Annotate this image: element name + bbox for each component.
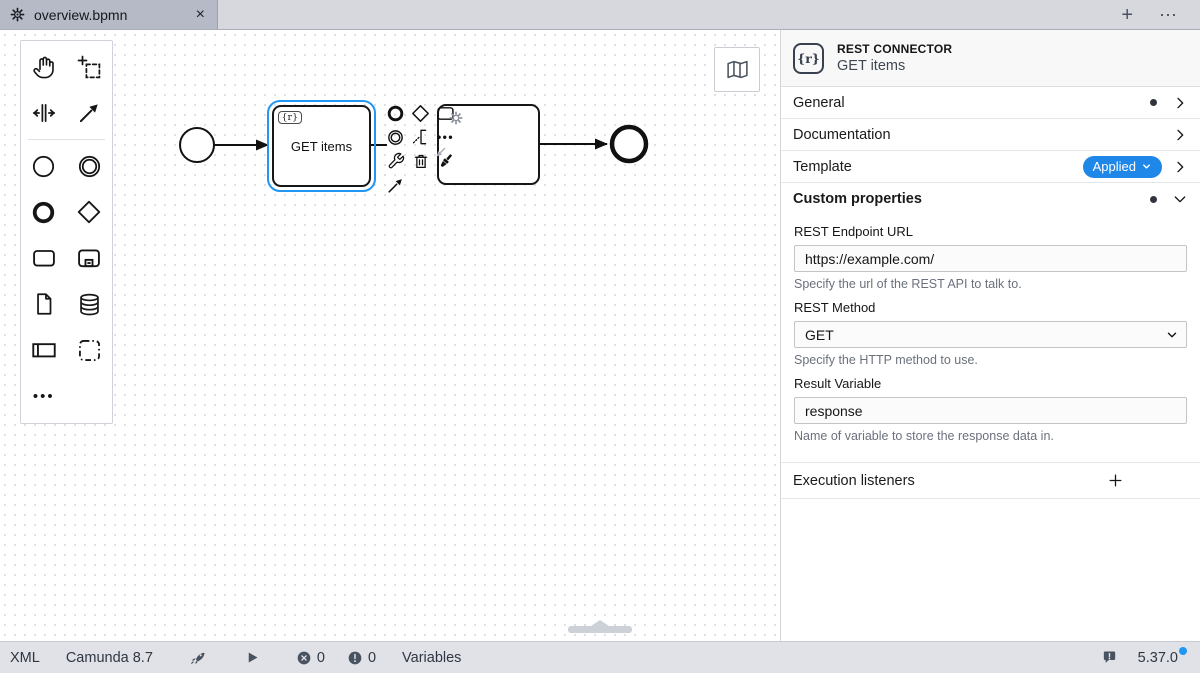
color-brush-icon[interactable]	[433, 149, 458, 173]
end-event-shape[interactable]	[612, 127, 646, 161]
element-name: GET items	[837, 58, 952, 74]
connect-icon[interactable]	[383, 173, 408, 197]
lasso-tool-icon[interactable]	[67, 44, 113, 90]
variables-toggle[interactable]: Variables	[388, 642, 475, 673]
chevron-down-icon	[1141, 161, 1152, 172]
warning-count[interactable]: 0	[335, 642, 388, 673]
tab-bar: overview.bpmn × + ⋯	[0, 0, 1200, 30]
deploy-rocket-icon[interactable]	[167, 642, 229, 673]
section-template[interactable]: Template Applied	[781, 151, 1200, 183]
section-general[interactable]: General	[781, 87, 1200, 119]
field-rest-method: REST Method GET Specify the HTTP method …	[794, 300, 1187, 367]
field-rest-endpoint-url: REST Endpoint URL Specify the url of the…	[794, 224, 1187, 291]
rest-method-select[interactable]: GET	[794, 321, 1187, 348]
space-tool-icon[interactable]	[21, 90, 67, 136]
append-task-icon[interactable]	[433, 101, 458, 125]
section-execution-listeners[interactable]: Execution listeners	[781, 462, 1200, 499]
group-icon[interactable]	[67, 327, 113, 373]
xml-toggle[interactable]: XML	[0, 642, 52, 673]
rest-endpoint-url-input[interactable]	[794, 245, 1187, 272]
data-store-icon[interactable]	[67, 281, 113, 327]
data-indicator-dot	[1150, 196, 1157, 203]
chevron-down-icon	[1165, 328, 1179, 345]
data-indicator-dot	[1150, 99, 1157, 106]
bpmn-canvas[interactable]: ••• {r} GET items	[0, 30, 780, 641]
chevron-down-icon	[1172, 191, 1188, 207]
chevron-right-icon	[1172, 127, 1188, 143]
data-object-icon[interactable]	[21, 281, 67, 327]
participant-icon[interactable]	[21, 327, 67, 373]
delete-icon[interactable]	[408, 149, 433, 173]
context-pad: •••	[383, 101, 461, 197]
global-connect-icon[interactable]	[67, 90, 113, 136]
palette-divider	[28, 139, 105, 140]
camunda-modeler-window: overview.bpmn × + ⋯	[0, 0, 1200, 673]
append-end-event-icon[interactable]	[383, 101, 408, 125]
chevron-right-icon	[1172, 159, 1188, 175]
rest-connector-icon: {r}	[793, 43, 824, 74]
plus-icon	[1107, 472, 1124, 489]
task-get-items[interactable]: {r} GET items	[272, 105, 371, 187]
start-event-shape[interactable]	[180, 128, 214, 162]
result-variable-input[interactable]	[794, 397, 1187, 424]
end-event-icon[interactable]	[21, 189, 67, 235]
status-bar: XML Camunda 8.7 0 0	[0, 641, 1200, 673]
palette: •••	[20, 40, 113, 424]
properties-header: {r} REST CONNECTOR GET items	[781, 30, 1200, 87]
section-documentation[interactable]: Documentation	[781, 119, 1200, 151]
warning-icon	[347, 650, 363, 666]
add-listener-button[interactable]	[1107, 472, 1124, 489]
engine-selector[interactable]: Camunda 8.7	[52, 642, 167, 673]
section-custom-properties[interactable]: Custom properties	[781, 183, 1200, 215]
feedback-icon[interactable]	[1101, 649, 1118, 666]
close-icon[interactable]: ×	[194, 7, 207, 23]
start-event-icon[interactable]	[21, 143, 67, 189]
gear-icon	[10, 7, 25, 22]
template-applied-badge[interactable]: Applied	[1083, 156, 1162, 178]
append-gateway-icon[interactable]	[408, 101, 433, 125]
task-label: GET items	[274, 107, 369, 185]
tab-title: overview.bpmn	[34, 7, 185, 23]
tab-more-icon[interactable]: ⋯	[1159, 6, 1178, 24]
field-result-variable: Result Variable Name of variable to stor…	[794, 376, 1187, 443]
append-intermediate-event-icon[interactable]	[383, 125, 408, 149]
more-tools-icon[interactable]: •••	[21, 373, 67, 419]
properties-panel: {r} REST CONNECTOR GET items General Doc…	[780, 30, 1200, 641]
hand-tool-icon[interactable]	[21, 44, 67, 90]
task-icon[interactable]	[21, 235, 67, 281]
minimap-toggle-button[interactable]	[714, 47, 760, 92]
more-actions-icon[interactable]: •••	[433, 125, 458, 149]
bottom-panel-handle[interactable]	[568, 626, 632, 633]
intermediate-event-icon[interactable]	[67, 143, 113, 189]
minimap-icon	[725, 57, 750, 82]
wrench-icon[interactable]	[383, 149, 408, 173]
text-annotation-icon[interactable]	[408, 125, 433, 149]
update-available-dot	[1179, 647, 1187, 655]
gateway-icon[interactable]	[67, 189, 113, 235]
template-kicker: REST CONNECTOR	[837, 42, 952, 56]
error-icon	[296, 650, 312, 666]
new-tab-icon[interactable]: +	[1121, 5, 1133, 25]
chevron-right-icon	[1172, 95, 1188, 111]
version-label[interactable]: 5.37.0	[1138, 650, 1184, 666]
tab-overview-bpmn[interactable]: overview.bpmn ×	[0, 0, 218, 29]
play-icon[interactable]	[229, 642, 276, 673]
error-count[interactable]: 0	[276, 642, 335, 673]
custom-properties-body: REST Endpoint URL Specify the url of the…	[781, 224, 1200, 447]
tab-actions: + ⋯	[1099, 0, 1200, 29]
subprocess-icon[interactable]	[67, 235, 113, 281]
